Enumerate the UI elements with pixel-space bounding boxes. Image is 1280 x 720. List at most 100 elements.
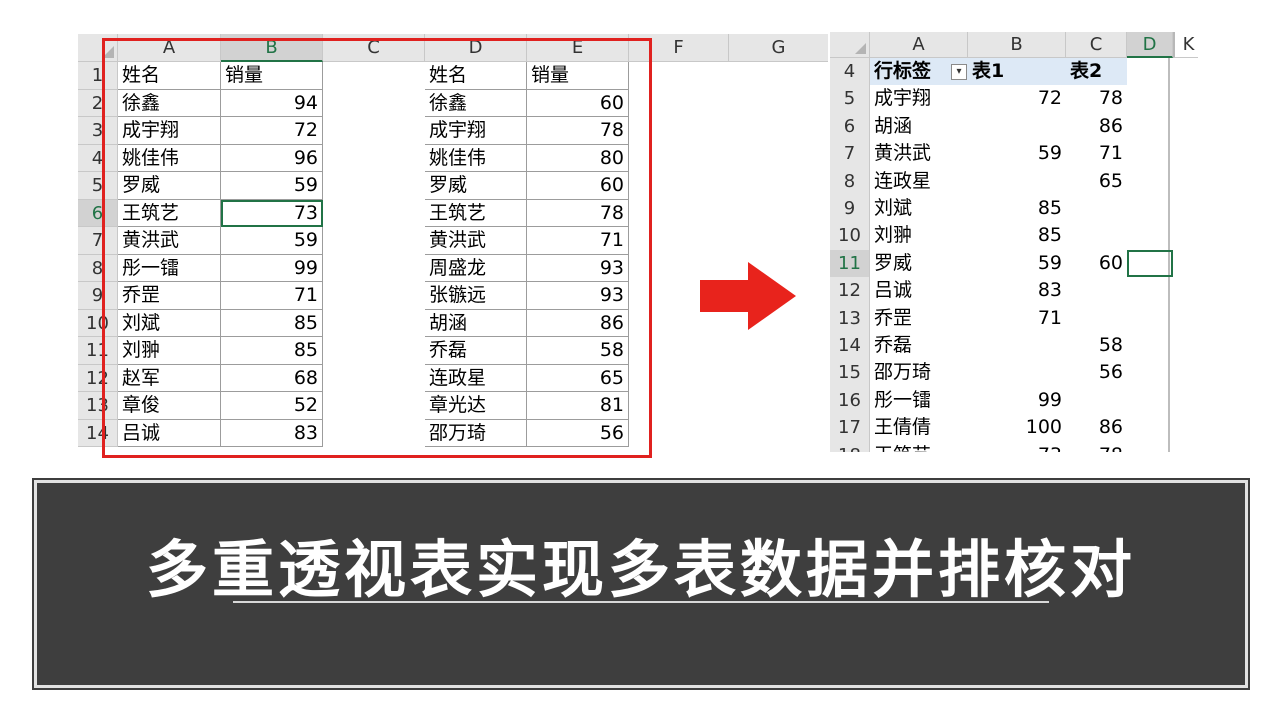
table1-sales-cell[interactable]: 52 xyxy=(221,392,323,420)
table1-sales-cell[interactable]: 96 xyxy=(221,144,323,172)
pivot-row-header-12[interactable]: 12 xyxy=(830,277,870,305)
pivot-table2-value[interactable] xyxy=(1066,195,1127,222)
table2-sales-cell[interactable]: 78 xyxy=(527,117,629,145)
pivot-table1-value[interactable]: 72 xyxy=(968,85,1066,112)
table1-name-cell[interactable]: 赵军 xyxy=(118,364,221,392)
pivot-name-cell[interactable]: 彤一镭 xyxy=(870,387,968,414)
pivot-select-all-corner[interactable] xyxy=(830,32,870,58)
pivot-name-cell[interactable]: 乔磊 xyxy=(870,332,968,359)
pivot-table1-value[interactable]: 85 xyxy=(968,222,1066,249)
table1-name-cell[interactable]: 刘翀 xyxy=(118,337,221,365)
table1-sales-cell[interactable]: 71 xyxy=(221,282,323,310)
table1-sales-cell[interactable]: 94 xyxy=(221,89,323,117)
table2-sales-cell[interactable]: 60 xyxy=(527,89,629,117)
row-header-3[interactable]: 3 xyxy=(78,117,118,145)
column-header-g[interactable]: G xyxy=(729,34,828,62)
table2-sales-cell[interactable]: 58 xyxy=(527,337,629,365)
pivot-table1-header[interactable]: 表1 xyxy=(968,58,1066,86)
active-cell[interactable] xyxy=(1127,250,1173,277)
pivot-name-cell[interactable]: 乔罡 xyxy=(870,305,968,332)
pivot-name-cell[interactable]: 吕诚 xyxy=(870,277,968,304)
row-header-6[interactable]: 6 xyxy=(78,199,118,227)
select-all-corner[interactable] xyxy=(78,34,118,62)
table2-name-cell[interactable]: 连政星 xyxy=(425,364,527,392)
row-header-7[interactable]: 7 xyxy=(78,227,118,255)
pivot-table2-value[interactable]: 60 xyxy=(1066,250,1127,277)
table1-header-sales[interactable]: 销量 xyxy=(221,62,323,90)
table2-header-name[interactable]: 姓名 xyxy=(425,62,527,90)
row-header-2[interactable]: 2 xyxy=(78,89,118,117)
column-header-b[interactable]: B xyxy=(221,34,323,62)
table2-header-sales[interactable]: 销量 xyxy=(527,62,629,90)
table2-sales-cell[interactable]: 71 xyxy=(527,227,629,255)
row-header-4[interactable]: 4 xyxy=(78,144,118,172)
pivot-table2-value[interactable]: 78 xyxy=(1066,85,1127,112)
table2-name-cell[interactable]: 章光达 xyxy=(425,392,527,420)
pivot-name-cell[interactable]: 刘斌 xyxy=(870,195,968,222)
pivot-table1-value[interactable]: 83 xyxy=(968,277,1066,304)
pivot-table2-value[interactable]: 58 xyxy=(1066,332,1127,359)
table1-sales-cell[interactable]: 73 xyxy=(221,199,323,227)
row-header-10[interactable]: 10 xyxy=(78,309,118,337)
pivot-table1-value[interactable] xyxy=(968,168,1066,195)
pivot-row-header-11[interactable]: 11 xyxy=(830,249,870,278)
pivot-name-cell[interactable]: 成宇翔 xyxy=(870,85,968,112)
pivot-table2-value[interactable] xyxy=(1066,387,1127,414)
table1-sales-cell[interactable]: 59 xyxy=(221,172,323,200)
pivot-name-cell[interactable]: 王筑艺 xyxy=(870,442,968,452)
pivot-name-cell[interactable]: 邵万琦 xyxy=(870,359,968,386)
table2-name-cell[interactable]: 王筑艺 xyxy=(425,199,527,227)
column-header-a[interactable]: A xyxy=(118,34,221,62)
table2-name-cell[interactable]: 徐鑫 xyxy=(425,89,527,117)
table2-sales-cell[interactable]: 81 xyxy=(527,392,629,420)
pivot-column-header-d[interactable]: D xyxy=(1127,32,1173,58)
column-header-f[interactable]: F xyxy=(629,34,729,62)
pivot-row-header-16[interactable]: 16 xyxy=(830,386,870,415)
row-header-11[interactable]: 11 xyxy=(78,337,118,365)
pivot-table1-value[interactable]: 73 xyxy=(968,442,1066,452)
pivot-table1-value[interactable] xyxy=(968,359,1066,386)
table1-sales-cell[interactable]: 72 xyxy=(221,117,323,145)
column-header-d[interactable]: D xyxy=(425,34,527,62)
pivot-row-header-9[interactable]: 9 xyxy=(830,195,870,223)
pivot-table1-value[interactable]: 100 xyxy=(968,414,1066,441)
pivot-row-header-6[interactable]: 6 xyxy=(830,112,870,141)
row-header-5[interactable]: 5 xyxy=(78,172,118,200)
row-header-14[interactable]: 14 xyxy=(78,419,118,447)
pivot-row-header-4[interactable]: 4 xyxy=(830,58,870,86)
column-header-c[interactable]: C xyxy=(323,34,425,62)
table2-sales-cell[interactable]: 93 xyxy=(527,254,629,282)
row-header-12[interactable]: 12 xyxy=(78,364,118,392)
pivot-table1-value[interactable]: 71 xyxy=(968,305,1066,332)
table1-name-cell[interactable]: 徐鑫 xyxy=(118,89,221,117)
pivot-row-header-14[interactable]: 14 xyxy=(830,332,870,360)
pivot-table1-value[interactable]: 59 xyxy=(968,250,1066,277)
pivot-table1-value[interactable]: 85 xyxy=(968,195,1066,222)
pivot-table1-value[interactable] xyxy=(968,113,1066,140)
pivot-table2-value[interactable]: 71 xyxy=(1066,140,1127,167)
row-header-13[interactable]: 13 xyxy=(78,392,118,420)
table1-name-cell[interactable]: 乔罡 xyxy=(118,282,221,310)
table2-name-cell[interactable]: 邵万琦 xyxy=(425,419,527,447)
table1-name-cell[interactable]: 罗威 xyxy=(118,172,221,200)
table2-sales-cell[interactable]: 60 xyxy=(527,172,629,200)
filter-dropdown-icon[interactable]: ▾ xyxy=(951,64,967,80)
pivot-name-cell[interactable]: 刘翀 xyxy=(870,222,968,249)
table1-header-name[interactable]: 姓名 xyxy=(118,62,221,90)
table2-name-cell[interactable]: 黄洪武 xyxy=(425,227,527,255)
pivot-table2-value[interactable]: 86 xyxy=(1066,113,1127,140)
table2-name-cell[interactable]: 乔磊 xyxy=(425,337,527,365)
table1-sales-cell[interactable]: 99 xyxy=(221,254,323,282)
table1-sales-cell[interactable]: 68 xyxy=(221,364,323,392)
table1-sales-cell[interactable]: 59 xyxy=(221,227,323,255)
pivot-row-header-5[interactable]: 5 xyxy=(830,85,870,113)
pivot-column-header-b[interactable]: B xyxy=(968,32,1066,58)
table1-name-cell[interactable]: 成宇翔 xyxy=(118,117,221,145)
pivot-table2-value[interactable] xyxy=(1066,305,1127,332)
pivot-name-cell[interactable]: 黄洪武 xyxy=(870,140,968,167)
table1-name-cell[interactable]: 黄洪武 xyxy=(118,227,221,255)
pivot-table2-value[interactable]: 65 xyxy=(1066,168,1127,195)
pivot-row-header-8[interactable]: 8 xyxy=(830,167,870,195)
pivot-column-header-a[interactable]: A xyxy=(870,32,968,58)
table2-name-cell[interactable]: 成宇翔 xyxy=(425,117,527,145)
